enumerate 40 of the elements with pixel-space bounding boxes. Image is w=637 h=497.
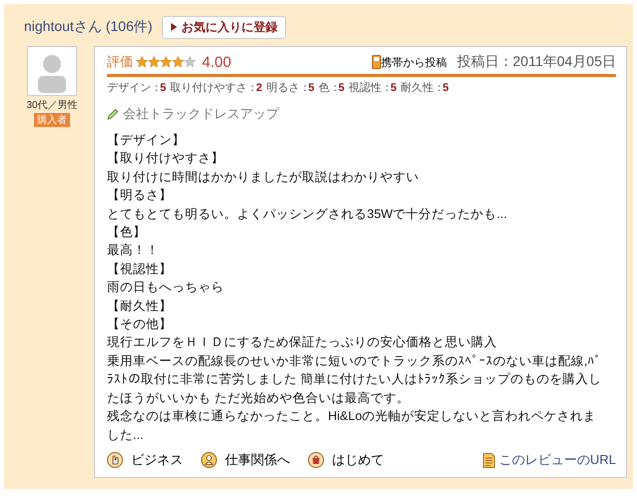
bag-icon xyxy=(308,452,324,468)
review-text: 【明るさ】 xyxy=(107,187,173,204)
document-icon xyxy=(482,452,495,468)
review-text: 【視認性】 xyxy=(107,260,173,278)
rating-score: 4.00 xyxy=(202,54,232,70)
rating-item: 明るさ：5 xyxy=(266,81,314,95)
favorite-button[interactable]: お気に入りに登録 xyxy=(162,16,286,38)
tag-label: はじめて xyxy=(332,451,384,469)
rating-item: 視認性：5 xyxy=(348,81,397,95)
review-text: 取り付けに時間はかかりましたが取説はわかりやすい xyxy=(107,168,420,186)
review-text: 【デザイン】 xyxy=(107,132,186,149)
rating-item: 色：5 xyxy=(318,81,344,95)
hand-icon xyxy=(107,452,123,468)
rating-item: 取り付けやすさ：2 xyxy=(170,81,262,95)
tag-label: ビジネス xyxy=(131,451,183,469)
person-icon xyxy=(201,452,217,468)
rating-item: デザイン：5 xyxy=(107,81,166,95)
review-text: 【色】 xyxy=(107,224,147,242)
posted-date: 投稿日：2011年04月05日 xyxy=(456,53,616,71)
shop-name[interactable]: 会社トラックドレスアップ xyxy=(123,105,279,123)
review-text: 残念なのは車検に通らなかったこと。Hi&Loの光軸が安定しないと言われペケされました... xyxy=(107,408,598,444)
reviewer-name[interactable]: nightoutさん (106件) xyxy=(24,18,152,36)
rating-label: 評価 xyxy=(107,53,133,71)
review-text: 乗用車ベースの配線長のせいか非常に短いのでトラック系のｽﾍﾟｰｽのない車は配線,ﾊﾞﾗｽﾄの取付に非常に苦労しました 簡単に付けたい人はﾄﾗｯｸ系ショップのものを購入したほうがいいかも ただ光始めや色合いは最高です。 xyxy=(107,352,602,407)
avatar-icon xyxy=(27,46,77,96)
review-text: 雨の日もへっちゃら xyxy=(107,279,225,296)
tag-label: 仕事関係へ xyxy=(225,451,290,469)
phone-icon xyxy=(372,55,381,69)
review-text: とてもとても明るい。よくパッシングされる35Wで十分だったかも... xyxy=(107,206,508,223)
posted-from: 携帯から投稿 xyxy=(380,56,447,70)
review-text: 最高！！ xyxy=(107,242,160,260)
review-text: 【耐久性】 xyxy=(107,298,173,315)
reviewer-profile: 30代／男性 xyxy=(26,98,78,112)
review-text: 【その他】 xyxy=(107,316,173,334)
pencil-icon xyxy=(107,108,119,120)
review-text: 現行エルフをＨＩＤにするため保証たっぷりの安心価格と思い購入 xyxy=(107,334,498,352)
review-url-link[interactable]: このレビューのURL xyxy=(482,451,616,469)
rating-item: 耐久性：5 xyxy=(400,81,449,95)
review-text: 【取り付けやすさ】 xyxy=(107,150,225,168)
buyer-badge: 購入者 xyxy=(34,113,70,127)
